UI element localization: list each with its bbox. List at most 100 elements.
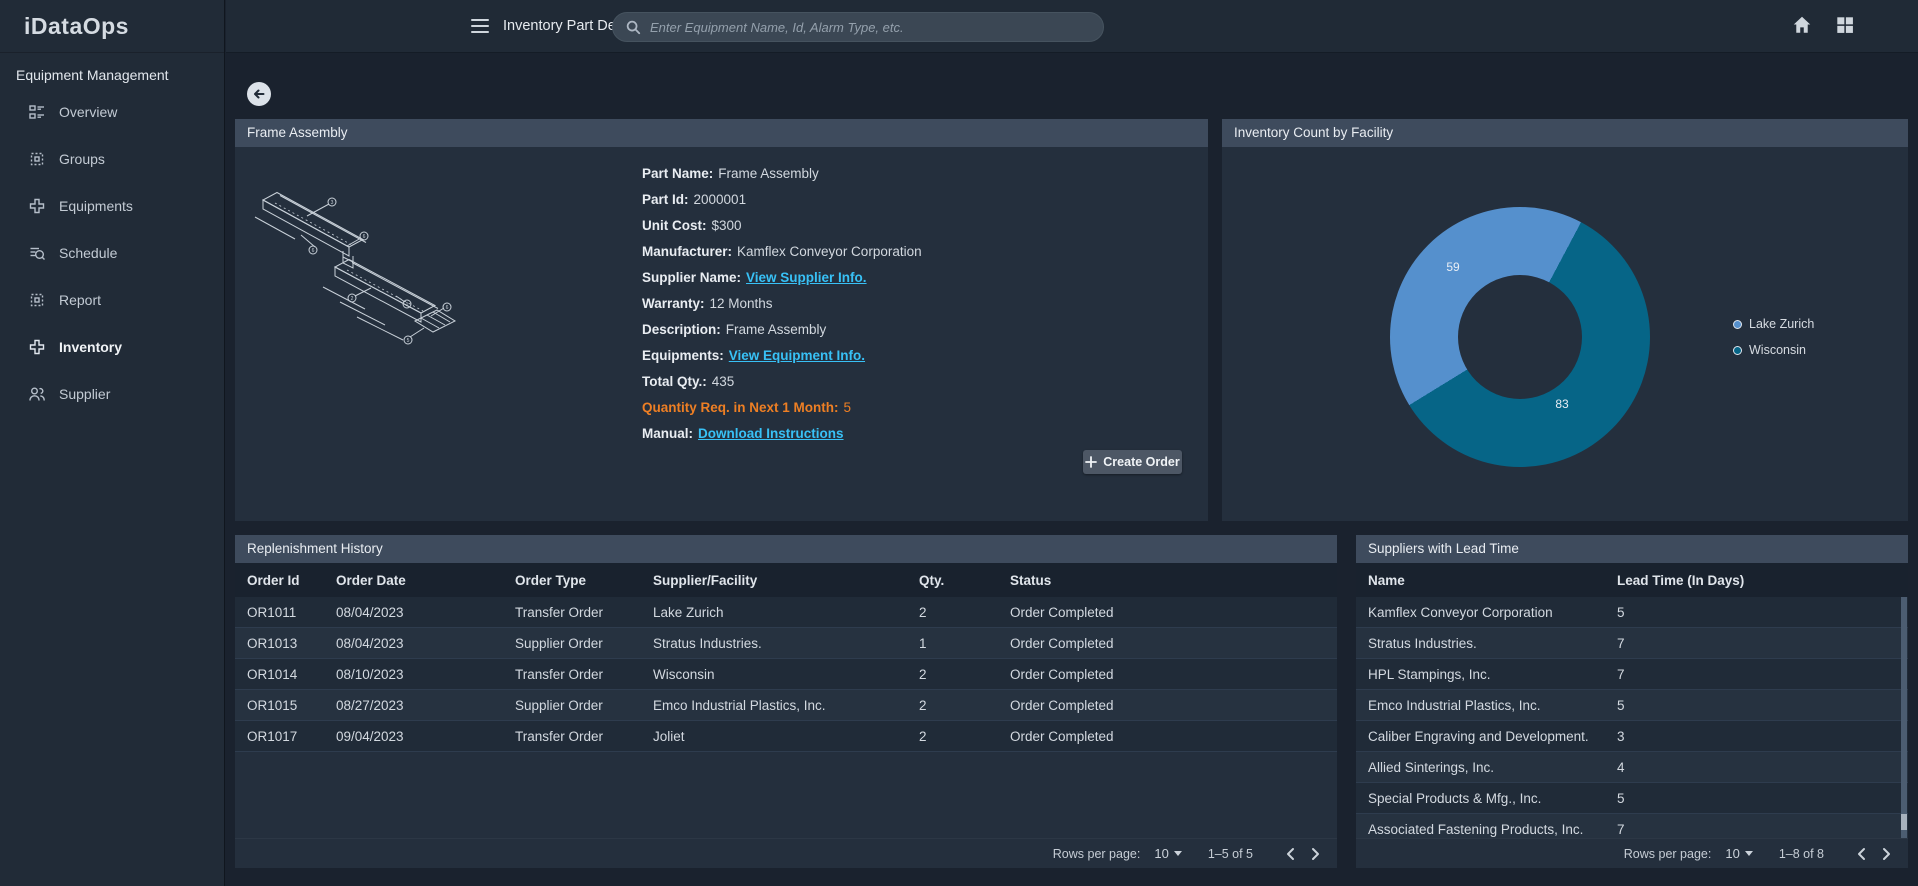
rows-per-page-value: 10: [1154, 846, 1168, 861]
table-cell: Special Products & Mfg., Inc.: [1368, 791, 1617, 806]
create-order-button[interactable]: Create Order: [1083, 450, 1182, 474]
replenishment-table-header: Order IdOrder DateOrder TypeSupplier/Fac…: [235, 563, 1337, 597]
replenishment-card-title: Replenishment History: [235, 535, 1337, 563]
sidebar-section-title: Equipment Management: [16, 67, 224, 83]
suppliers-table-body: Kamflex Conveyor Corporation5Stratus Ind…: [1356, 597, 1908, 838]
chevron-left-icon: [1855, 847, 1869, 861]
field-label: Manufacturer:: [642, 244, 732, 259]
sidebar-item-overview[interactable]: Overview: [0, 88, 224, 135]
sidebar-item-report[interactable]: Report: [0, 276, 224, 323]
part-field-total-qty: Total Qty.:435: [642, 369, 922, 395]
table-row: Stratus Industries.7: [1356, 628, 1908, 659]
table-cell: 1: [919, 636, 1010, 651]
next-page-button[interactable]: [1303, 842, 1327, 866]
column-header-name: Name: [1368, 573, 1617, 588]
back-button[interactable]: [247, 82, 271, 106]
table-row: Allied Sinterings, Inc.4: [1356, 752, 1908, 783]
table-cell: Stratus Industries.: [1368, 636, 1617, 651]
table-row: OR101108/04/2023Transfer OrderLake Zuric…: [235, 597, 1337, 628]
create-order-label: Create Order: [1103, 455, 1179, 469]
table-row: OR101709/04/2023Transfer OrderJoliet2Ord…: [235, 721, 1337, 752]
apps-grid-icon[interactable]: [1834, 14, 1856, 36]
previous-page-button[interactable]: [1279, 842, 1303, 866]
table-cell: Transfer Order: [515, 605, 653, 620]
table-cell: 7: [1617, 667, 1908, 682]
part-field-manual: Manual:Download Instructions: [642, 421, 922, 447]
legend-dot-icon: [1733, 346, 1742, 355]
column-header-supplier-facility: Supplier/Facility: [653, 573, 919, 588]
search-icon: [625, 19, 641, 35]
table-cell: OR1017: [247, 729, 336, 744]
sidebar-item-supplier[interactable]: Supplier: [0, 370, 224, 417]
inventory-icon: [28, 338, 46, 356]
field-label: Supplier Name:: [642, 270, 741, 285]
supplier-icon: [28, 385, 46, 403]
column-header-order-type: Order Type: [515, 573, 653, 588]
view-equipment-info-link[interactable]: View Equipment Info.: [729, 348, 865, 363]
field-value: Kamflex Conveyor Corporation: [737, 244, 922, 259]
part-field-warranty: Warranty:12 Months: [642, 291, 922, 317]
home-icon[interactable]: [1791, 14, 1813, 36]
svg-text:2: 2: [351, 296, 354, 302]
svg-text:6: 6: [363, 234, 366, 240]
part-field-supplier-name: Supplier Name: View Supplier Info.: [642, 265, 922, 291]
part-field-manufacturer: Manufacturer: Kamflex Conveyor Corporatio…: [642, 239, 922, 265]
equipments-icon: [28, 197, 46, 215]
part-detail-card: Frame Assembly: [235, 119, 1208, 521]
table-cell: OR1013: [247, 636, 336, 651]
table-cell: Transfer Order: [515, 667, 653, 682]
view-supplier-info-link[interactable]: View Supplier Info.: [746, 270, 867, 285]
rows-per-page-select[interactable]: 10: [1154, 846, 1181, 861]
scrollbar-thumb[interactable]: [1901, 814, 1907, 830]
table-cell: Stratus Industries.: [653, 636, 919, 651]
table-cell: 2: [919, 698, 1010, 713]
table-cell: Transfer Order: [515, 729, 653, 744]
column-header-order-id: Order Id: [247, 573, 336, 588]
table-cell: Lake Zurich: [653, 605, 919, 620]
table-row: Special Products & Mfg., Inc.5: [1356, 783, 1908, 814]
table-row: OR101308/04/2023Supplier OrderStratus In…: [235, 628, 1337, 659]
groups-icon: [28, 150, 46, 168]
field-label: Part Id:: [642, 192, 689, 207]
table-cell: OR1014: [247, 667, 336, 682]
donut-hole: [1458, 275, 1582, 399]
field-label: Equipments:: [642, 348, 724, 363]
table-cell: OR1011: [247, 605, 336, 620]
topbar: Inventory Part Detail: [226, 0, 1918, 53]
replenishment-table-body: OR101108/04/2023Transfer OrderLake Zuric…: [235, 597, 1337, 838]
sidebar-item-schedule[interactable]: Schedule: [0, 229, 224, 276]
column-header-lead-time-in-days: Lead Time (In Days): [1617, 573, 1908, 588]
legend-item-lake-zurich[interactable]: Lake Zurich: [1733, 311, 1814, 337]
rows-per-page-label: Rows per page:: [1624, 847, 1712, 861]
app-logo: iDataOps: [0, 0, 224, 53]
table-scrollbar[interactable]: [1901, 597, 1907, 838]
sidebar-item-inventory[interactable]: Inventory: [0, 323, 224, 370]
part-technical-drawing: 366 216 5: [245, 159, 585, 379]
part-field-unit-cost: Unit Cost:$300: [642, 213, 922, 239]
part-field-quantity-req-in-next-1-month: Quantity Req. in Next 1 Month:5: [642, 395, 922, 421]
svg-text:5: 5: [407, 338, 410, 344]
previous-page-button[interactable]: [1850, 842, 1874, 866]
field-value: Frame Assembly: [718, 166, 819, 181]
sidebar-item-label: Report: [59, 292, 101, 308]
legend-label: Wisconsin: [1749, 343, 1806, 357]
replenishment-pagination: Rows per page: 10 1–5 of 5: [235, 838, 1337, 868]
page-range: 1–8 of 8: [1779, 847, 1824, 861]
sidebar-item-groups[interactable]: Groups: [0, 135, 224, 182]
overview-icon: [28, 103, 46, 121]
suppliers-pagination: Rows per page: 10 1–8 of 8: [1356, 838, 1908, 868]
legend-item-wisconsin[interactable]: Wisconsin: [1733, 337, 1814, 363]
menu-icon[interactable]: [471, 19, 489, 33]
table-cell: Wisconsin: [653, 667, 919, 682]
caret-down-icon: [1745, 851, 1753, 856]
svg-text:1: 1: [406, 302, 409, 308]
table-row: Emco Industrial Plastics, Inc.5: [1356, 690, 1908, 721]
next-page-button[interactable]: [1874, 842, 1898, 866]
legend-dot-icon: [1733, 320, 1742, 329]
chart-legend: Lake Zurich Wisconsin: [1733, 311, 1814, 363]
download-instructions-link[interactable]: Download Instructions: [698, 426, 844, 441]
sidebar-item-equipments[interactable]: Equipments: [0, 182, 224, 229]
page-range: 1–5 of 5: [1208, 847, 1253, 861]
rows-per-page-select[interactable]: 10: [1725, 846, 1752, 861]
search-input[interactable]: [650, 20, 1091, 35]
